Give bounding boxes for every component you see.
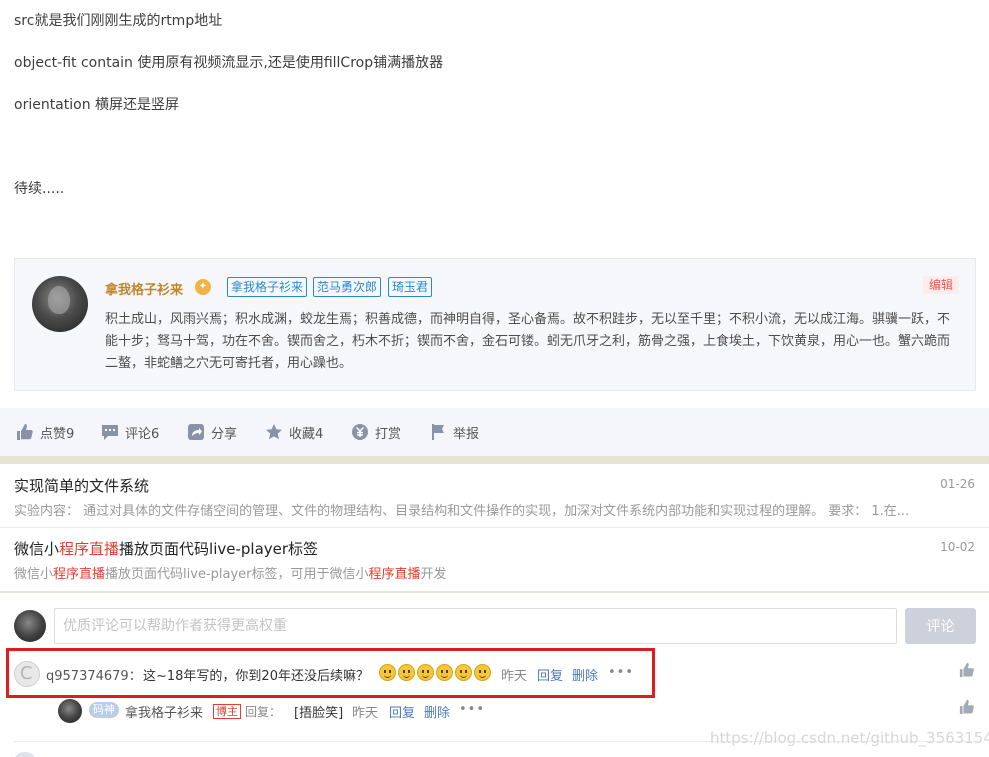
edit-button[interactable]: 编辑 bbox=[922, 276, 959, 294]
article-line: object-fit contain 使用原有视频流显示,还是使用fillCro… bbox=[14, 55, 444, 71]
article-toolbar: 点赞9 评论6 分享 收藏4 打赏 举报 bbox=[0, 408, 989, 456]
comment-like-icon[interactable] bbox=[959, 662, 975, 678]
reward-label: 打赏 bbox=[375, 426, 402, 442]
section-divider bbox=[0, 456, 989, 464]
smile-emoji-icon bbox=[455, 664, 472, 681]
delete-button[interactable]: 删除 bbox=[424, 702, 450, 721]
reward-icon bbox=[352, 424, 368, 440]
comment-text: 这~18年写的，你到20年还没后续嘛？ bbox=[143, 669, 369, 684]
desc-text: 微信小 bbox=[14, 567, 54, 582]
medal-icon: ✦ bbox=[195, 279, 211, 295]
collect-label: 收藏4 bbox=[289, 426, 324, 442]
like-button[interactable]: 点赞9 bbox=[16, 408, 74, 456]
author-tag[interactable]: 琦玉君 bbox=[388, 277, 433, 297]
related-desc: 微信小程序直播播放页面代码live-player标签，可用于微信小程序直播开发 bbox=[14, 563, 974, 582]
report-label: 举报 bbox=[453, 426, 480, 442]
author-tag[interactable]: 范马勇次郎 bbox=[313, 277, 382, 297]
author-avatar[interactable] bbox=[32, 276, 88, 332]
related-title[interactable]: 微信小程序直播播放页面代码live-player标签 bbox=[14, 538, 318, 559]
related-title[interactable]: 实现简单的文件系统 bbox=[14, 475, 149, 496]
author-name[interactable]: 拿我格子衫来 bbox=[105, 279, 183, 298]
author-tag[interactable]: 拿我格子衫来 bbox=[227, 277, 308, 297]
list-divider bbox=[0, 527, 989, 528]
reward-button[interactable]: 打赏 bbox=[351, 408, 401, 456]
desc-highlight: 程序直播 bbox=[53, 567, 106, 582]
title-text: 播放页面代码live-player标签 bbox=[119, 540, 319, 558]
submit-comment-button[interactable]: 评论 bbox=[905, 608, 976, 644]
share-icon bbox=[188, 424, 204, 440]
comment-button[interactable]: 评论6 bbox=[101, 408, 159, 456]
desc-text: 开发 bbox=[420, 567, 447, 582]
commenter-name[interactable]: q957374679： bbox=[46, 665, 142, 684]
share-button[interactable]: 分享 bbox=[187, 408, 237, 456]
star-icon bbox=[266, 424, 282, 440]
reply-time: 昨天 bbox=[352, 706, 379, 721]
reply-button[interactable]: 回复 bbox=[537, 665, 563, 684]
share-label: 分享 bbox=[211, 426, 238, 442]
smile-emoji-icon bbox=[398, 664, 415, 681]
comment-label: 评论6 bbox=[125, 426, 160, 442]
article-line: 待续..... bbox=[14, 181, 65, 197]
related-date: 10-02 bbox=[940, 540, 975, 554]
next-commenter-avatar bbox=[14, 752, 36, 757]
smile-emoji-icon bbox=[436, 664, 453, 681]
desc-text: 播放页面代码live-player标签，可用于微信小 bbox=[105, 567, 369, 582]
commenter-avatar[interactable] bbox=[14, 661, 40, 687]
section-divider bbox=[0, 591, 989, 593]
collect-button[interactable]: 收藏4 bbox=[265, 408, 323, 456]
like-label: 点赞9 bbox=[40, 426, 75, 442]
reply-button[interactable]: 回复 bbox=[389, 702, 415, 721]
watermark: https://blog.csdn.net/github_35631540 bbox=[710, 729, 989, 747]
comment-input[interactable] bbox=[54, 608, 897, 644]
more-options-button[interactable]: ••• bbox=[459, 702, 485, 717]
thumbs-up-icon bbox=[17, 424, 33, 440]
replier-avatar[interactable] bbox=[58, 699, 82, 723]
more-options-button[interactable]: ••• bbox=[608, 665, 634, 680]
comment-time: 昨天 bbox=[501, 669, 528, 684]
title-text: 微信小 bbox=[14, 540, 60, 558]
flag-icon bbox=[432, 424, 444, 440]
author-card: 拿我格子衫来 ✦ 拿我格子衫来 范马勇次郎 琦玉君 编辑 积土成山，风雨兴焉；积… bbox=[14, 258, 976, 391]
replier-name[interactable]: 拿我格子衫来 bbox=[125, 702, 203, 721]
comment-icon bbox=[102, 425, 118, 440]
reply-text: [捂脸笑] bbox=[294, 706, 344, 721]
smile-emoji-icon bbox=[417, 664, 434, 681]
author-badge: 博主 bbox=[213, 704, 241, 719]
related-desc: 实验内容： 通过对具体的文件存储空间的管理、文件的物理结构、目录结构和文件操作的… bbox=[14, 504, 910, 519]
smile-emoji-icon bbox=[379, 664, 396, 681]
title-highlight: 程序直播 bbox=[59, 540, 120, 558]
report-button[interactable]: 举报 bbox=[429, 408, 479, 456]
reply-prefix-label: 回复： bbox=[245, 705, 282, 719]
desc-highlight: 程序直播 bbox=[368, 567, 421, 582]
delete-button[interactable]: 删除 bbox=[572, 665, 598, 684]
current-user-avatar bbox=[14, 610, 46, 642]
related-date: 01-26 bbox=[940, 477, 975, 491]
reply-like-icon[interactable] bbox=[959, 699, 975, 715]
author-bio: 积土成山，风雨兴焉；积水成渊，蛟龙生焉；积善成德，而神明自得，圣心备焉。故不积跬… bbox=[105, 312, 951, 371]
article-line: orientation 横屏还是竖屏 bbox=[14, 97, 180, 113]
level-badge: 码神 bbox=[89, 702, 119, 718]
article-line: src就是我们刚刚生成的rtmp地址 bbox=[14, 13, 223, 29]
smile-emoji-icon bbox=[474, 664, 491, 681]
